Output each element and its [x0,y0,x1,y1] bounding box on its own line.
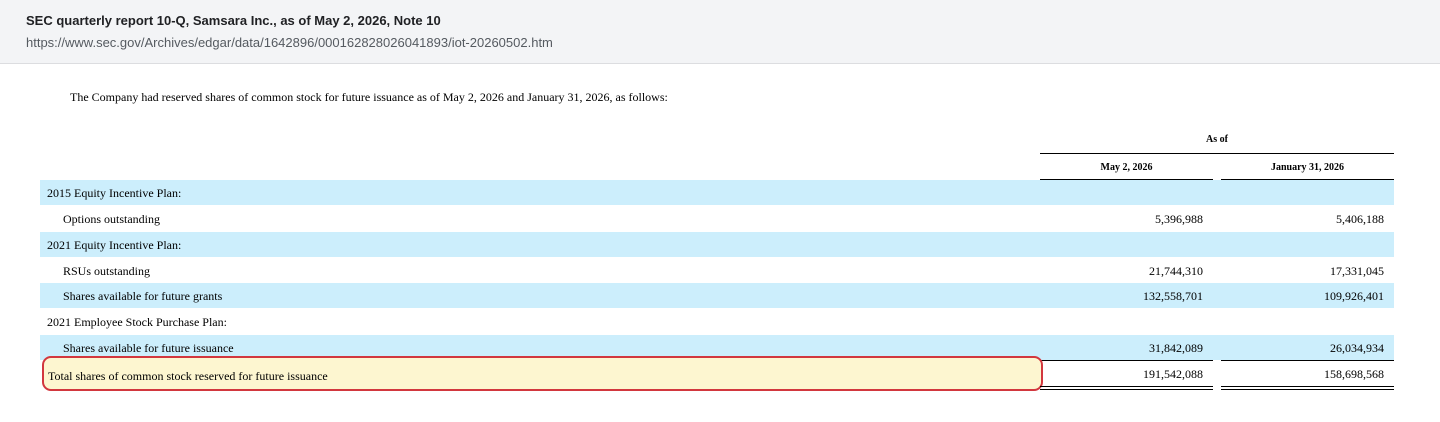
as-of-rule [1040,153,1394,154]
total-row-label: Total shares of common stock reserved fo… [48,369,328,383]
cell-jan-2026: 109,926,401 [1324,289,1384,303]
table-row: 2021 Employee Stock Purchase Plan: [40,309,1394,334]
table-row: 2015 Equity Incentive Plan: [40,180,1394,205]
table-row: Options outstanding 5,396,988 5,406,188 [40,206,1394,231]
cell-jan-2026: 26,034,934 [1330,341,1384,355]
section-heading-espp: 2021 Employee Stock Purchase Plan: [47,315,227,329]
subtotal-rule [1221,360,1394,361]
cell-may-2026: 31,842,089 [1149,341,1203,355]
intro-paragraph: The Company had reserved shares of commo… [70,90,668,104]
total-double-rule [1221,389,1394,390]
total-double-rule [1040,386,1213,387]
table-row: RSUs outstanding 21,744,310 17,331,045 [40,258,1394,283]
total-double-rule [1040,389,1213,390]
source-url[interactable]: https://www.sec.gov/Archives/edgar/data/… [26,35,553,50]
section-heading-2015-plan: 2015 Equity Incentive Plan: [47,186,182,200]
cell-may-2026: 5,396,988 [1155,212,1203,226]
total-cell-jan-2026: 158,698,568 [1324,367,1384,381]
total-cell-may-2026: 191,542,088 [1143,367,1203,381]
row-label: Options outstanding [63,212,161,226]
document-title: SEC quarterly report 10-Q, Samsara Inc.,… [26,13,441,28]
subtotal-rule [1040,360,1213,361]
total-double-rule [1221,386,1394,387]
cell-jan-2026: 17,331,045 [1330,264,1384,278]
source-header: SEC quarterly report 10-Q, Samsara Inc.,… [0,0,1440,64]
cell-may-2026: 132,558,701 [1143,289,1203,303]
column-header-jan-2026: January 31, 2026 [1270,162,1345,173]
as-of-header: As of [1206,134,1228,145]
row-label: Shares available for future issuance [63,341,234,355]
column-header-may-2026: May 2, 2026 [1100,162,1153,173]
table-row: 2021 Equity Incentive Plan: [40,232,1394,257]
table-row: Shares available for future grants 132,5… [40,283,1394,308]
section-heading-2021-plan: 2021 Equity Incentive Plan: [47,238,182,252]
row-label: RSUs outstanding [63,264,151,278]
cell-may-2026: 21,744,310 [1149,264,1203,278]
row-label: Shares available for future grants [63,289,223,303]
cell-jan-2026: 5,406,188 [1336,212,1384,226]
